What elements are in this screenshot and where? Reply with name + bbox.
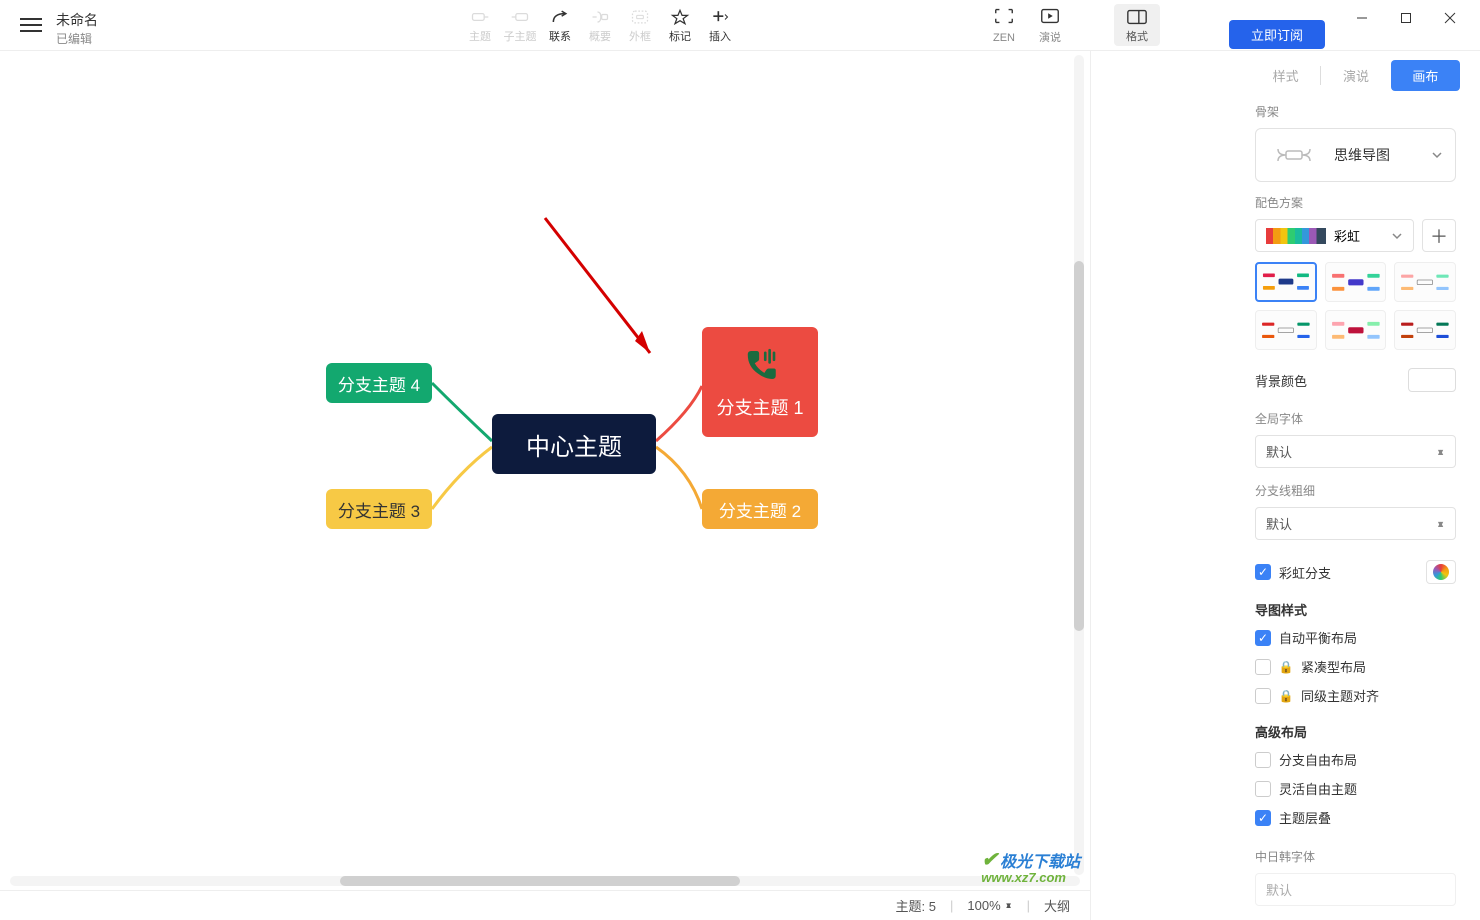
mindmap-canvas[interactable]: 中心主题 分支主题 1 分支主题 2 分支主题 3 分支主题 4 bbox=[0, 51, 1090, 920]
compact-checkbox[interactable] bbox=[1255, 659, 1271, 675]
outline-button[interactable]: 大纲 bbox=[1044, 896, 1070, 915]
free-topic-checkbox[interactable] bbox=[1255, 781, 1271, 797]
summary-button[interactable]: 概要 bbox=[580, 6, 620, 46]
format-button[interactable]: 格式 bbox=[1114, 4, 1160, 46]
subtopic-button[interactable]: 子主题 bbox=[500, 6, 540, 46]
theme-preset-4[interactable] bbox=[1255, 310, 1317, 350]
boundary-button[interactable]: 外框 bbox=[620, 6, 660, 46]
add-color-scheme-button[interactable]: ＋ bbox=[1422, 219, 1456, 252]
annotation-arrow bbox=[540, 213, 670, 373]
skeleton-select[interactable]: 思维导图 bbox=[1255, 128, 1456, 182]
theme-preset-1[interactable] bbox=[1255, 262, 1317, 302]
rainbow-color-picker[interactable] bbox=[1426, 560, 1456, 584]
relation-button[interactable]: 联系 bbox=[540, 6, 580, 46]
topic-overlap-checkbox[interactable] bbox=[1255, 810, 1271, 826]
branch-topic-4[interactable]: 分支主题 4 bbox=[326, 363, 432, 403]
branch-topic-3[interactable]: 分支主题 3 bbox=[326, 489, 432, 529]
color-scheme-select[interactable]: 彩虹 bbox=[1255, 219, 1414, 252]
branch-topic-1[interactable]: 分支主题 1 bbox=[702, 327, 818, 437]
format-panel: 样式 演说 画布 骨架 思维导图 配色方案 彩虹 ＋ bbox=[1090, 50, 1480, 920]
cjk-font-select[interactable]: 默认 bbox=[1255, 873, 1456, 906]
line-weight-label: 分支线粗细 bbox=[1241, 468, 1470, 499]
minimize-button[interactable] bbox=[1340, 4, 1384, 32]
font-label: 全局字体 bbox=[1241, 396, 1470, 427]
color-scheme-label: 配色方案 bbox=[1255, 194, 1456, 211]
document-title: 未命名 bbox=[56, 10, 98, 30]
theme-preset-5[interactable] bbox=[1325, 310, 1387, 350]
same-level-checkbox[interactable] bbox=[1255, 688, 1271, 704]
rainbow-swatch-icon bbox=[1266, 228, 1326, 244]
branch-topic-2[interactable]: 分支主题 2 bbox=[702, 489, 818, 529]
advanced-layout-title: 高级布局 bbox=[1241, 710, 1470, 745]
horizontal-scrollbar[interactable] bbox=[10, 876, 1080, 890]
document-status: 已编辑 bbox=[56, 30, 92, 47]
subscribe-button[interactable]: 立即订阅 bbox=[1229, 20, 1325, 49]
chevron-down-icon bbox=[1431, 149, 1443, 161]
center-topic[interactable]: 中心主题 bbox=[492, 414, 656, 474]
map-style-title: 导图样式 bbox=[1241, 588, 1470, 623]
present-button[interactable]: 演说 bbox=[1030, 6, 1070, 46]
cjk-font-label: 中日韩字体 bbox=[1241, 832, 1470, 865]
vertical-scrollbar[interactable] bbox=[1074, 55, 1088, 875]
bg-color-label: 背景颜色 bbox=[1255, 371, 1307, 390]
tab-canvas[interactable]: 画布 bbox=[1391, 60, 1460, 91]
connectors bbox=[0, 51, 1090, 920]
mindmap-structure-icon bbox=[1268, 143, 1320, 167]
skeleton-label: 骨架 bbox=[1255, 103, 1456, 120]
tab-style[interactable]: 样式 bbox=[1251, 60, 1320, 91]
chevron-down-icon bbox=[1391, 230, 1403, 242]
rainbow-branch-checkbox[interactable] bbox=[1255, 564, 1271, 580]
free-branch-checkbox[interactable] bbox=[1255, 752, 1271, 768]
premium-icon: 🔒 bbox=[1279, 689, 1293, 703]
status-bar: 主题: 5 | 100%▲▼ | 大纲 bbox=[0, 890, 1090, 920]
theme-preset-3[interactable] bbox=[1394, 262, 1456, 302]
maximize-button[interactable] bbox=[1384, 4, 1428, 32]
tab-present[interactable]: 演说 bbox=[1321, 60, 1390, 91]
font-select[interactable]: 默认▲▼ bbox=[1255, 435, 1456, 468]
premium-icon: 🔒 bbox=[1279, 660, 1293, 674]
hamburger-menu[interactable] bbox=[20, 18, 42, 34]
marker-button[interactable]: 标记 bbox=[660, 6, 700, 46]
close-button[interactable] bbox=[1428, 4, 1472, 32]
theme-preset-2[interactable] bbox=[1325, 262, 1387, 302]
zoom-level[interactable]: 100%▲▼ bbox=[967, 898, 1012, 913]
topic-button[interactable]: 主题 bbox=[460, 6, 500, 46]
phone-icon bbox=[739, 344, 781, 386]
line-weight-select[interactable]: 默认▲▼ bbox=[1255, 507, 1456, 540]
zen-button[interactable]: ZEN bbox=[984, 6, 1024, 46]
theme-preset-6[interactable] bbox=[1394, 310, 1456, 350]
bg-color-swatch[interactable] bbox=[1408, 368, 1456, 392]
insert-button[interactable]: 插入 bbox=[700, 6, 740, 46]
topic-count-label: 主题: 5 bbox=[896, 896, 936, 915]
auto-balance-checkbox[interactable] bbox=[1255, 630, 1271, 646]
